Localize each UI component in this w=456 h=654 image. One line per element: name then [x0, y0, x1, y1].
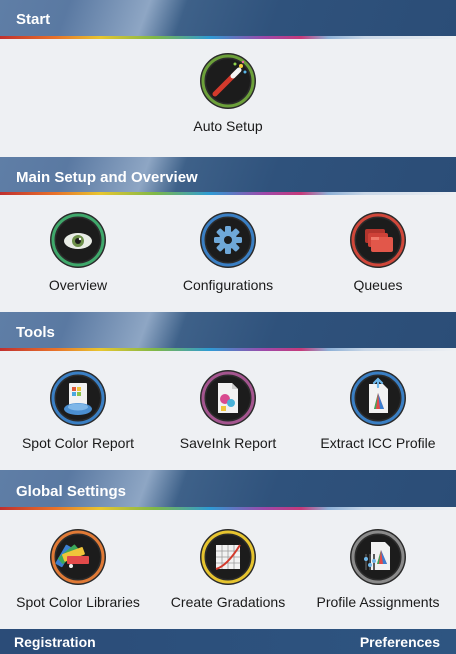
- registration-link[interactable]: Registration: [14, 634, 96, 650]
- spot-color-libraries-button[interactable]: Spot Color Libraries: [3, 528, 153, 610]
- extract-icc-profile-icon: [350, 370, 406, 426]
- section-title: Global Settings: [16, 483, 127, 500]
- extract-icc-profile-label: Extract ICC Profile: [320, 435, 436, 451]
- profile-assignments-label: Profile Assignments: [316, 594, 440, 610]
- section-body-tools: Spot Color Report SaveInk Report Extract…: [0, 351, 456, 470]
- section-title: Main Setup and Overview: [16, 169, 198, 186]
- section-title: Start: [16, 11, 51, 28]
- queues-button[interactable]: Queues: [303, 211, 453, 293]
- color-swatch-icon: [50, 529, 106, 585]
- section-header-main-setup: Main Setup and Overview: [0, 157, 456, 195]
- section-body-start: Auto Setup: [0, 39, 456, 157]
- create-gradations-label: Create Gradations: [170, 594, 286, 610]
- gear-icon: [200, 212, 256, 268]
- saveink-report-button[interactable]: SaveInk Report: [153, 369, 303, 451]
- section-header-start: Start: [0, 0, 456, 39]
- profile-assignments-icon: [350, 529, 406, 585]
- saveink-report-icon: [200, 370, 256, 426]
- create-gradations-button[interactable]: Create Gradations: [153, 528, 303, 610]
- section-title: Tools: [16, 324, 55, 341]
- overview-label: Overview: [48, 277, 108, 293]
- spot-color-libraries-label: Spot Color Libraries: [16, 594, 140, 610]
- auto-setup-button[interactable]: Auto Setup: [153, 52, 303, 134]
- gradation-grid-icon: [200, 529, 256, 585]
- overview-button[interactable]: Overview: [3, 211, 153, 293]
- section-header-global-settings: Global Settings: [0, 470, 456, 510]
- profile-assignments-button[interactable]: Profile Assignments: [303, 528, 453, 610]
- spot-color-report-button[interactable]: Spot Color Report: [3, 369, 153, 451]
- configurations-button[interactable]: Configurations: [153, 211, 303, 293]
- auto-setup-label: Auto Setup: [193, 118, 263, 134]
- configurations-label: Configurations: [182, 277, 274, 293]
- section-body-global-settings: Spot Color Libraries Create Gradations P…: [0, 510, 456, 629]
- section-body-main-setup: Overview Configurations Queues: [0, 195, 456, 312]
- eye-icon: [50, 212, 106, 268]
- folders-icon: [350, 212, 406, 268]
- footer-bar: Registration Preferences: [0, 629, 456, 654]
- queues-label: Queues: [353, 277, 403, 293]
- preferences-link[interactable]: Preferences: [360, 634, 440, 650]
- spot-color-report-label: Spot Color Report: [21, 435, 135, 451]
- spot-color-report-icon: [50, 370, 106, 426]
- magic-wand-icon: [200, 53, 256, 109]
- saveink-report-label: SaveInk Report: [179, 435, 277, 451]
- section-header-tools: Tools: [0, 312, 456, 351]
- extract-icc-profile-button[interactable]: Extract ICC Profile: [303, 369, 453, 451]
